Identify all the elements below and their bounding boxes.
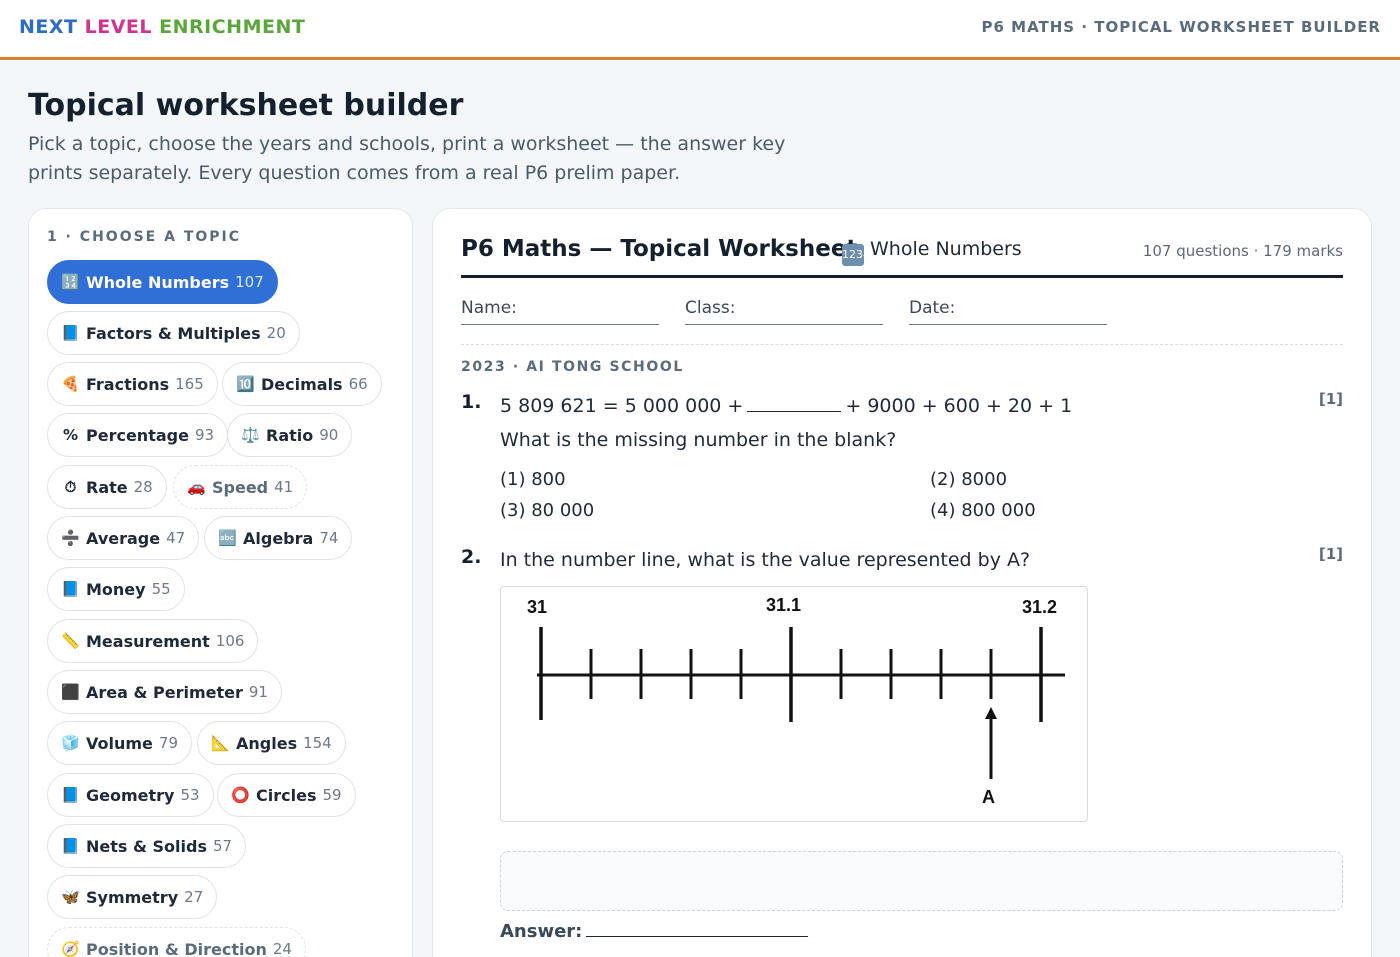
topic-chip-speed[interactable]: 🚗 Speed 41: [173, 465, 308, 509]
topic-chip-whole-numbers[interactable]: 🔢 Whole Numbers 107: [47, 260, 278, 304]
step-label: 1 · CHOOSE A TOPIC: [47, 229, 242, 245]
compass-icon: 🧭: [61, 940, 80, 957]
whole-numbers-icon: 🔢: [61, 273, 80, 291]
topic-chip-area-perimeter[interactable]: ⬛ Area & Perimeter 91: [47, 670, 282, 714]
topic-chip-symmetry[interactable]: 🦋 Symmetry 27: [47, 875, 218, 919]
worksheet-topic: 1234Whole Numbers: [842, 238, 1022, 266]
question-source: 2023 · AI TONG SCHOOL: [461, 359, 684, 375]
topic-chip-position-direction[interactable]: 🧭 Position & Direction 24: [47, 927, 306, 957]
topic-chip-volume[interactable]: 🧊 Volume 79: [47, 721, 192, 765]
butterfly-icon: 🦋: [61, 888, 80, 906]
topic-chip-factors-multiples[interactable]: 📘 Factors & Multiples 20: [47, 311, 300, 355]
answer-blank: [747, 394, 842, 412]
circle-icon: ⭕: [231, 786, 250, 804]
ten-icon: 🔟: [236, 375, 255, 393]
class-line: [685, 324, 883, 325]
question-number: 1.: [461, 391, 482, 413]
option-3: (3) 80 000: [500, 500, 595, 521]
square-icon: ⬛: [61, 683, 80, 701]
worksheet-title: P6 Maths — Topical Worksheet: [461, 236, 858, 262]
arrow-head-icon: [985, 707, 997, 719]
topic-chip-algebra[interactable]: 🔤 Algebra 74: [204, 516, 353, 560]
top-bar: NEXT LEVEL ENRICHMENT P6 MATHS · TOPICAL…: [0, 0, 1400, 60]
ruler-icon: 📏: [61, 632, 80, 650]
stopwatch-icon: ⏱: [64, 478, 77, 496]
number-line-label: 31.2: [1022, 597, 1058, 617]
topic-chip-average[interactable]: ➗ Average 47: [47, 516, 200, 560]
book-icon: 📘: [61, 786, 80, 804]
ice-cube-icon: 🧊: [61, 734, 80, 752]
topic-chip-fractions[interactable]: 🍕 Fractions 165: [47, 362, 218, 406]
topic-chip-rate[interactable]: ⏱ Rate 28: [47, 465, 167, 509]
number-line-label: 31.1: [766, 595, 802, 615]
topic-chip-percentage[interactable]: % Percentage 93: [47, 413, 229, 457]
topic-chip-angles[interactable]: 📐 Angles 154: [197, 721, 346, 765]
percent-icon: %: [62, 426, 79, 444]
brand-logo[interactable]: NEXT LEVEL ENRICHMENT: [19, 16, 305, 38]
topic-chip-circles[interactable]: ⭕ Circles 59: [217, 773, 356, 817]
topic-chip-measurement[interactable]: 📏 Measurement 106: [47, 619, 259, 663]
page-title: Topical worksheet builder: [28, 88, 464, 123]
divide-icon: ➗: [61, 529, 80, 547]
answer-line: [586, 936, 808, 937]
scales-icon: ⚖️: [241, 426, 260, 444]
answer-label: Answer:: [500, 921, 583, 942]
worksheet-preview: [432, 208, 1372, 957]
whole-numbers-icon: 1234: [842, 244, 870, 266]
name-line: [461, 324, 659, 325]
question-1-text: 5 809 621 = 5 000 000 + + 9000 + 600 + 20…: [500, 394, 1073, 417]
question-1-prompt: What is the missing number in the blank?: [500, 429, 897, 451]
worksheet-meta: 107 questions · 179 marks: [1142, 242, 1343, 260]
question-marks: [1]: [1318, 545, 1343, 563]
number-line-figure: 31 31.1 31.2 A: [500, 586, 1088, 822]
car-icon: 🚗: [187, 478, 206, 496]
breadcrumb: P6 MATHS · TOPICAL WORKSHEET BUILDER: [981, 18, 1381, 36]
number-line-label: 31: [527, 597, 548, 617]
topic-chip-geometry[interactable]: 📘 Geometry 53: [47, 773, 214, 817]
class-field-label: Class:: [685, 298, 736, 318]
page-subtitle: Pick a topic, choose the years and schoo…: [28, 133, 786, 184]
pointer-label: A: [982, 787, 995, 807]
set-square-icon: 📐: [211, 734, 230, 752]
question-number: 2.: [461, 546, 482, 568]
topic-chip-decimals[interactable]: 🔟 Decimals 66: [222, 362, 382, 406]
title-rule: [461, 275, 1343, 278]
name-field-label: Name:: [461, 298, 517, 318]
pizza-icon: 🍕: [61, 375, 80, 393]
option-1: (1) 800: [500, 469, 566, 490]
abc-icon: 🔤: [218, 529, 237, 547]
book-icon: 📘: [61, 324, 80, 342]
working-space: [500, 851, 1343, 911]
date-line: [909, 324, 1107, 325]
topic-chip-ratio[interactable]: ⚖️ Ratio 90: [227, 413, 353, 457]
date-field-label: Date:: [909, 298, 956, 318]
topic-chip-nets-solids[interactable]: 📘 Nets & Solids 57: [47, 824, 247, 868]
question-marks: [1]: [1318, 390, 1343, 408]
question-2-text: In the number line, what is the value re…: [500, 549, 1031, 571]
book-icon: 📘: [61, 580, 80, 598]
book-icon: 📘: [61, 837, 80, 855]
topic-chip-money[interactable]: 📘 Money 55: [47, 567, 185, 611]
number-line-svg: [537, 627, 1065, 779]
option-2: (2) 8000: [930, 469, 1008, 490]
option-4: (4) 800 000: [930, 500, 1036, 521]
divider: [461, 344, 1343, 345]
